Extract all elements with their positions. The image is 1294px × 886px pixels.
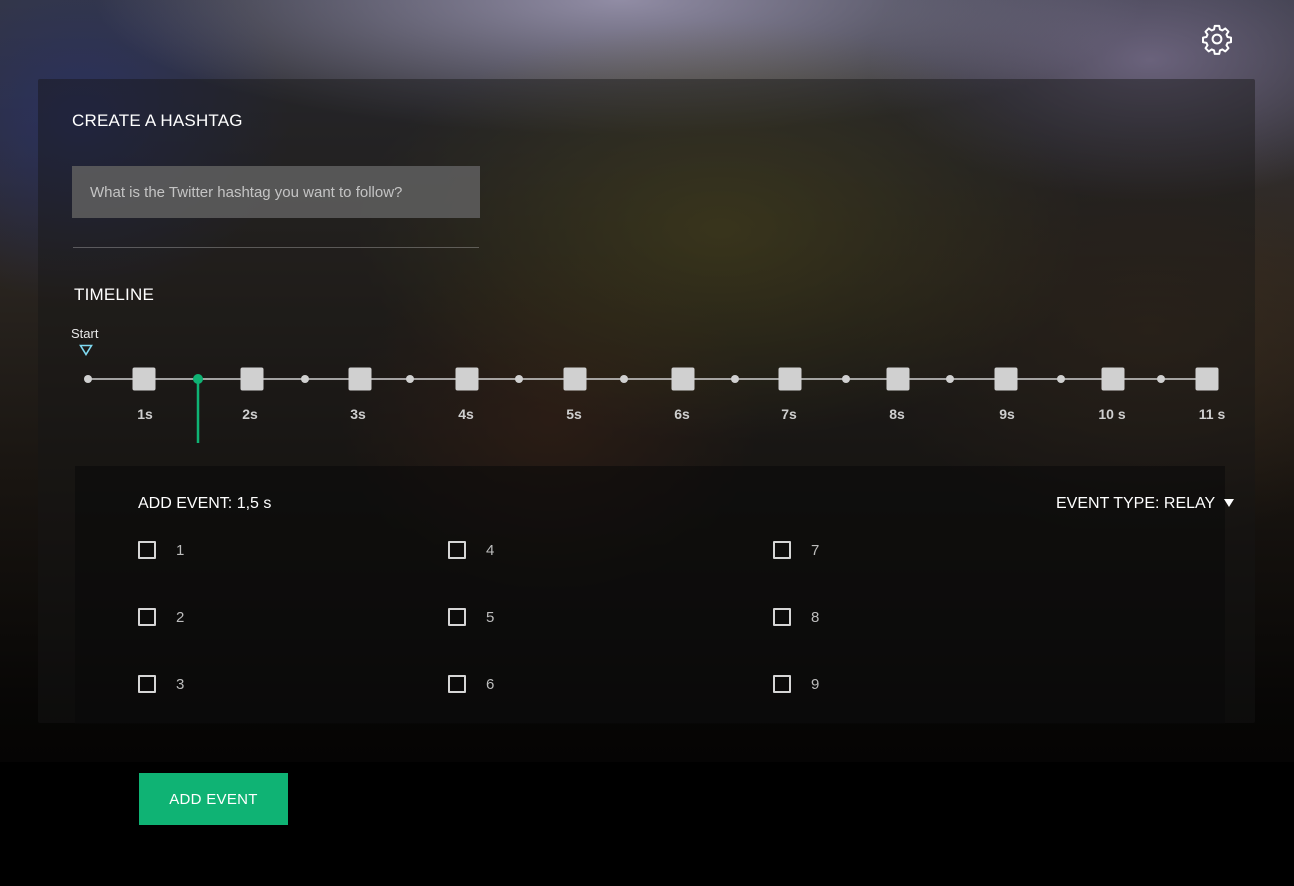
event-option-label: 9: [811, 675, 820, 693]
event-option-checkbox[interactable]: 4: [448, 541, 494, 559]
timeline-half-marker[interactable]: [515, 375, 523, 383]
timeline-second-marker[interactable]: [1195, 367, 1219, 391]
checkbox-box[interactable]: [138, 608, 156, 626]
event-option-label: 4: [486, 541, 495, 559]
checkbox-box[interactable]: [138, 541, 156, 559]
checkbox-box[interactable]: [773, 608, 791, 626]
timeline-second-marker[interactable]: [455, 367, 479, 391]
timeline-tick-label: 2s: [242, 406, 258, 422]
timeline-track[interactable]: 1s 2s 3s 4s 5s 6s 7s 8s 9s 10 s 11 s: [0, 360, 1294, 450]
timeline-half-marker[interactable]: [842, 375, 850, 383]
event-option-label: 3: [176, 675, 185, 693]
timeline-second-marker[interactable]: [886, 367, 910, 391]
event-option-checkbox[interactable]: 2: [138, 608, 184, 626]
timeline-section-title: TIMELINE: [74, 285, 155, 304]
event-option-label: 5: [486, 608, 495, 626]
timeline-tick-label: 3s: [350, 406, 366, 422]
timeline-second-marker[interactable]: [348, 367, 372, 391]
event-option-checkbox[interactable]: 1: [138, 541, 184, 559]
event-option-label: 7: [811, 541, 820, 559]
checkbox-box[interactable]: [448, 608, 466, 626]
add-event-button[interactable]: ADD EVENT: [139, 773, 288, 825]
checkbox-box[interactable]: [773, 541, 791, 559]
timeline-tick-label: 4s: [458, 406, 474, 422]
event-option-checkbox[interactable]: 3: [138, 675, 184, 693]
timeline-tick-label: 9s: [999, 406, 1015, 422]
hashtag-input[interactable]: [72, 166, 480, 218]
timeline-second-marker[interactable]: [1101, 367, 1125, 391]
section-divider: [73, 247, 479, 248]
checkbox-box[interactable]: [773, 675, 791, 693]
event-type-dropdown[interactable]: EVENT TYPE: RELAY: [1056, 495, 1235, 513]
timeline-second-marker[interactable]: [778, 367, 802, 391]
timeline-half-marker[interactable]: [84, 375, 92, 383]
timeline-tick-label: 11 s: [1199, 406, 1226, 422]
timeline-tick-label: 6s: [674, 406, 690, 422]
timeline-tick-label: 1s: [137, 406, 153, 422]
checkbox-box[interactable]: [448, 541, 466, 559]
add-event-title: ADD EVENT: 1,5 s: [138, 495, 272, 512]
event-option-label: 6: [486, 675, 495, 693]
timeline-half-marker[interactable]: [301, 375, 309, 383]
event-option-label: 2: [176, 608, 185, 626]
event-option-checkbox[interactable]: 6: [448, 675, 494, 693]
timeline-start-label: Start: [71, 326, 99, 341]
timeline-tick-label: 7s: [781, 406, 797, 422]
event-type-label: EVENT TYPE: RELAY: [1056, 495, 1216, 512]
timeline-half-marker[interactable]: [1057, 375, 1065, 383]
timeline-tick-label: 5s: [566, 406, 582, 422]
timeline-half-marker[interactable]: [946, 375, 954, 383]
timeline-second-marker[interactable]: [132, 367, 156, 391]
event-option-checkbox[interactable]: 5: [448, 608, 494, 626]
timeline-tick-label: 10 s: [1098, 406, 1125, 422]
gear-icon[interactable]: [1201, 23, 1233, 55]
event-option-checkbox[interactable]: 8: [773, 608, 819, 626]
timeline-second-marker[interactable]: [240, 367, 264, 391]
start-marker-icon[interactable]: [79, 344, 93, 356]
timeline-half-marker[interactable]: [1157, 375, 1165, 383]
caret-down-icon: [1224, 498, 1235, 507]
checkbox-box[interactable]: [448, 675, 466, 693]
checkbox-box[interactable]: [138, 675, 156, 693]
event-option-label: 8: [811, 608, 820, 626]
event-option-checkbox[interactable]: 9: [773, 675, 819, 693]
timeline-second-marker[interactable]: [671, 367, 695, 391]
timeline-second-marker[interactable]: [994, 367, 1018, 391]
timeline-half-marker[interactable]: [731, 375, 739, 383]
hashtag-section-title: CREATE A HASHTAG: [72, 111, 243, 130]
event-option-checkbox[interactable]: 7: [773, 541, 819, 559]
timeline-second-marker[interactable]: [563, 367, 587, 391]
timeline-tick-label: 8s: [889, 406, 905, 422]
event-option-label: 1: [176, 541, 185, 559]
timeline-half-marker[interactable]: [406, 375, 414, 383]
timeline-selected-marker[interactable]: [193, 374, 203, 384]
timeline-half-marker[interactable]: [620, 375, 628, 383]
